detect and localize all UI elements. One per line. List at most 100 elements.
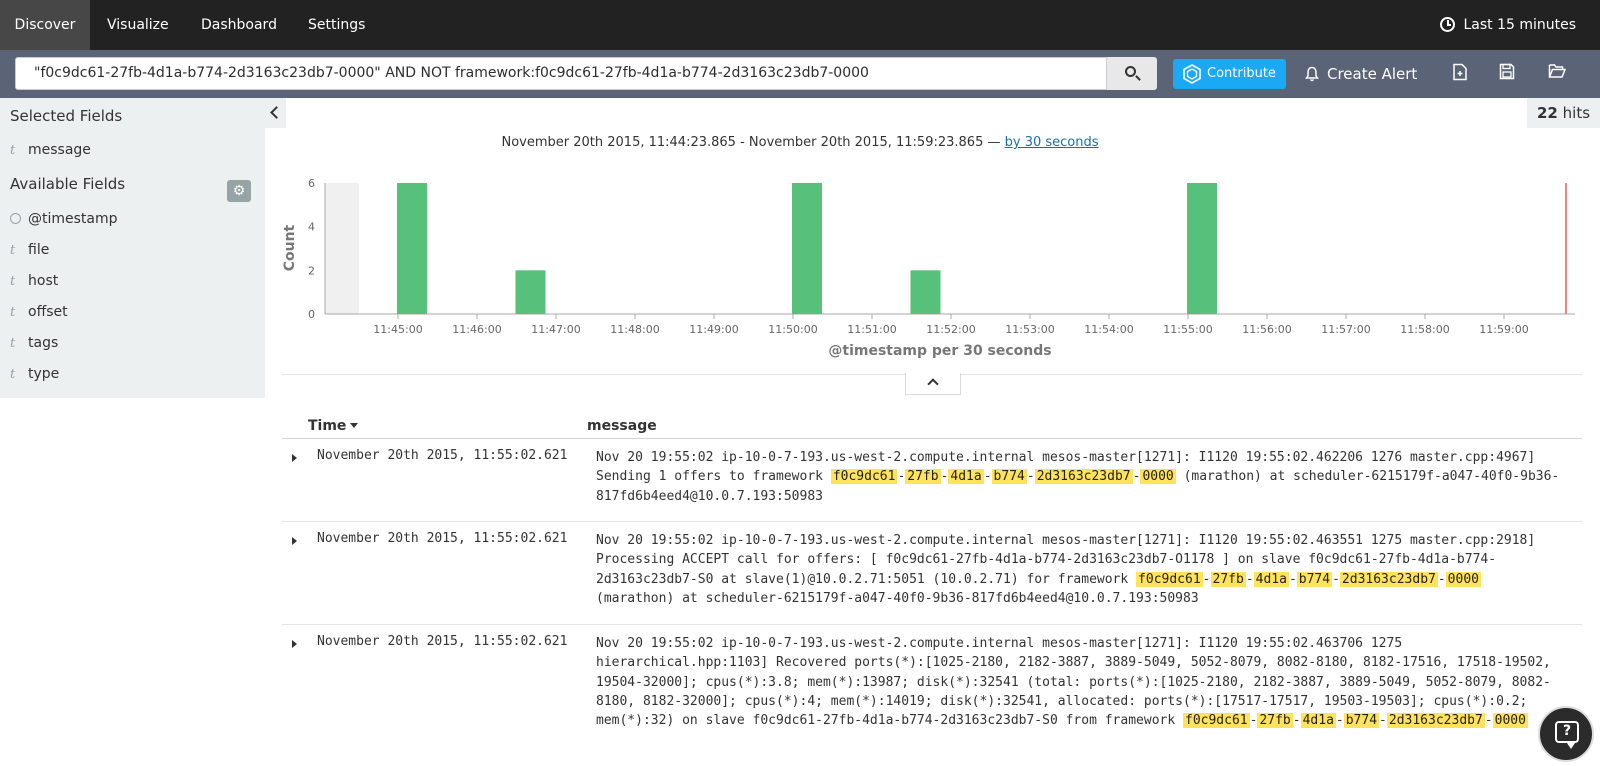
search-highlight: 27fb <box>905 469 941 485</box>
column-header-message[interactable]: message <box>587 418 657 434</box>
histogram-bar[interactable] <box>910 270 941 314</box>
search-highlight: 27fb <box>1257 713 1293 729</box>
y-tick-label: 2 <box>308 264 315 277</box>
create-alert-button[interactable]: Create Alert <box>1305 59 1417 89</box>
x-tick-label: 11:52:00 <box>926 323 975 336</box>
row-time: November 20th 2015, 11:55:02.621 <box>317 531 568 546</box>
hits-count: 22 <box>1536 104 1558 122</box>
row-time: November 20th 2015, 11:55:02.621 <box>317 448 568 463</box>
histogram-bar[interactable] <box>397 183 427 314</box>
field-name: host <box>28 273 59 289</box>
row-time: November 20th 2015, 11:55:02.621 <box>317 634 568 649</box>
open-folder-icon[interactable] <box>1548 63 1567 83</box>
expand-row-icon[interactable] <box>292 537 297 545</box>
gear-icon[interactable]: ⚙ <box>227 180 251 202</box>
histogram-chart: 0 2 4 6 11:45:00 11:46:00 11:47:00 11:48:00 11:… <box>282 177 1575 359</box>
search-input[interactable]: "f0c9dc61-27fb-4d1a-b774-2d3163c23db7-00… <box>15 57 1107 90</box>
x-tick-label: 11:46:00 <box>452 323 501 336</box>
top-nav: Discover Visualize Dashboard Settings La… <box>0 0 1600 50</box>
row-message: Nov 20 19:55:02 ip-10-0-7-193.us-west-2.… <box>596 636 1551 729</box>
field-name: file <box>28 242 50 258</box>
help-chat-icon: ? <box>1555 721 1579 749</box>
time-picker[interactable]: Last 15 minutes <box>1440 0 1576 50</box>
field-item-type[interactable]: t type <box>10 366 59 382</box>
field-item-tags[interactable]: t tags <box>10 335 58 351</box>
table-row[interactable]: November 20th 2015, 11:55:02.621 Nov 20 … <box>282 440 1582 522</box>
tab-dashboard[interactable]: Dashboard <box>201 0 277 50</box>
row-message: Nov 20 19:55:02 ip-10-0-7-193.us-west-2.… <box>596 450 1560 504</box>
search-highlight: 4d1a <box>948 469 984 485</box>
expand-row-icon[interactable] <box>292 454 297 462</box>
x-tick-label: 11:51:00 <box>847 323 896 336</box>
x-tick-label: 11:50:00 <box>768 323 817 336</box>
interval-link[interactable]: by 30 seconds <box>1005 135 1099 150</box>
x-tick-label: 11:55:00 <box>1163 323 1212 336</box>
search-highlight: 0000 <box>1492 713 1528 729</box>
x-axis-label: @timestamp per 30 seconds <box>828 343 1051 359</box>
table-row[interactable]: November 20th 2015, 11:55:02.621 Nov 20 … <box>282 626 1582 766</box>
search-highlight: 4d1a <box>1253 571 1289 587</box>
column-header-time[interactable]: Time <box>308 418 359 434</box>
y-tick-label: 0 <box>308 308 315 321</box>
search-highlight: 27fb <box>1210 571 1246 587</box>
search-highlight: f0c9dc61 <box>1136 571 1203 587</box>
create-alert-label: Create Alert <box>1327 65 1418 83</box>
field-item-timestamp[interactable]: @timestamp <box>10 211 118 227</box>
search-highlight: f0c9dc61 <box>1183 713 1250 729</box>
field-name: offset <box>28 304 68 320</box>
save-icon[interactable] <box>1499 63 1515 84</box>
available-fields-title: Available Fields <box>10 175 126 193</box>
tab-settings[interactable]: Settings <box>308 0 365 50</box>
row-message: Nov 20 19:55:02 ip-10-0-7-193.us-west-2.… <box>596 533 1536 606</box>
histogram-bar[interactable] <box>515 270 546 314</box>
x-tick-label: 11:57:00 <box>1321 323 1370 336</box>
search-highlight: 2d3163c23db7 <box>1386 713 1485 729</box>
tab-visualize[interactable]: Visualize <box>107 0 169 50</box>
field-name: type <box>28 366 60 382</box>
search-icon <box>1125 66 1136 77</box>
contribute-icon <box>1183 64 1201 84</box>
x-tick-label: 11:49:00 <box>689 323 738 336</box>
search-highlight: 0000 <box>1445 571 1481 587</box>
sort-down-icon[interactable] <box>350 423 359 428</box>
collapse-sidebar-button[interactable] <box>265 98 286 128</box>
string-type-icon: t <box>10 274 16 289</box>
y-axis-label: Count <box>282 224 298 271</box>
collapse-chart-button[interactable] <box>905 373 961 395</box>
x-tick-label: 11:47:00 <box>531 323 580 336</box>
clock-icon <box>1440 17 1456 32</box>
x-tick-label: 11:59:00 <box>1479 323 1528 336</box>
x-tick-label: 11:45:00 <box>373 323 422 336</box>
field-item-file[interactable]: t file <box>10 242 49 258</box>
histogram-bar[interactable] <box>1187 183 1217 314</box>
contribute-label: Contribute <box>1207 66 1276 81</box>
search-button[interactable] <box>1107 57 1157 90</box>
table-row[interactable]: November 20th 2015, 11:55:02.621 Nov 20 … <box>282 523 1582 625</box>
field-item-host[interactable]: t host <box>10 273 58 289</box>
hits-counter: 22 hits <box>1527 98 1600 128</box>
histogram-bar[interactable] <box>792 183 822 314</box>
string-type-icon: t <box>10 336 16 351</box>
search-highlight: b774 <box>1343 713 1380 729</box>
out-of-range-shade <box>325 183 359 314</box>
chevron-left-icon <box>270 106 283 119</box>
chevron-up-icon <box>927 378 939 390</box>
hits-label: hits <box>1562 104 1591 122</box>
time-range-text: November 20th 2015, 11:44:23.865 - Novem… <box>0 135 1600 150</box>
clock-icon <box>10 213 21 224</box>
y-tick-label: 4 <box>308 221 315 234</box>
bell-icon <box>1305 66 1319 82</box>
string-type-icon: t <box>10 367 16 382</box>
help-chat-button[interactable]: ? <box>1538 706 1594 762</box>
new-document-icon[interactable] <box>1452 63 1468 85</box>
contribute-button[interactable]: Contribute <box>1173 59 1286 89</box>
string-type-icon: t <box>10 243 16 258</box>
search-highlight: 0000 <box>1140 469 1176 485</box>
field-name: @timestamp <box>28 211 118 227</box>
field-item-offset[interactable]: t offset <box>10 304 68 320</box>
selected-fields-title: Selected Fields <box>10 107 123 125</box>
tab-discover[interactable]: Discover <box>0 0 90 50</box>
x-tick-label: 11:48:00 <box>610 323 659 336</box>
x-tick-label: 11:54:00 <box>1084 323 1133 336</box>
expand-row-icon[interactable] <box>292 640 297 648</box>
